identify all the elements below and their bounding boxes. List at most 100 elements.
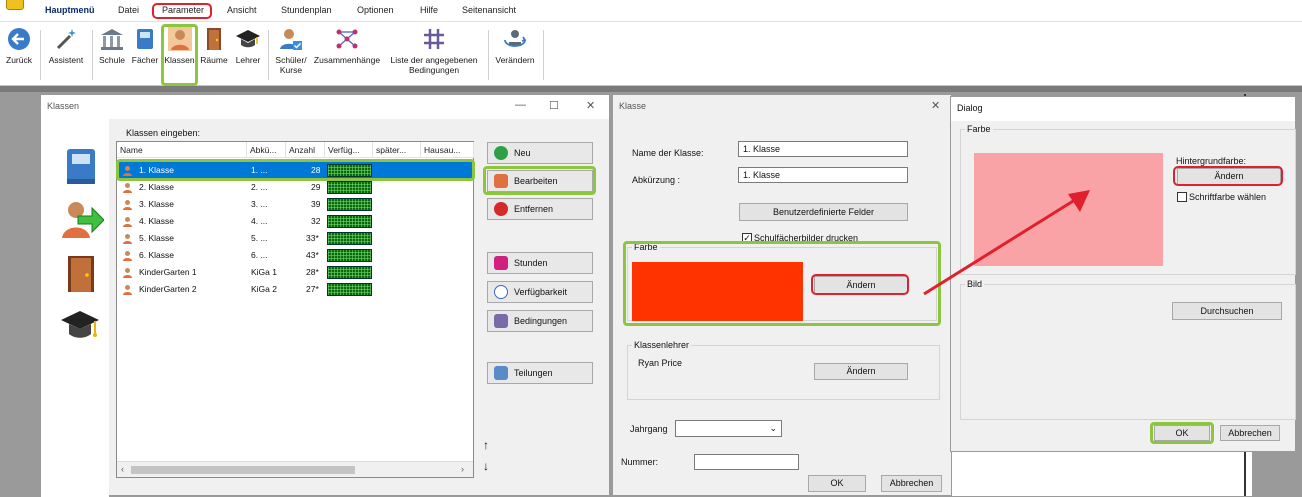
teachers-button[interactable]: Lehrer — [232, 26, 264, 65]
menu-hilfe[interactable]: Hilfe — [420, 5, 438, 15]
menu-stundenplan[interactable]: Stundenplan — [281, 5, 332, 15]
col-header-count[interactable]: Anzahl — [286, 142, 325, 158]
class-row[interactable]: 3. Klasse 3. ... 39 — [118, 196, 472, 213]
menu-optionen[interactable]: Optionen — [357, 5, 394, 15]
scrollbar-thumb[interactable] — [131, 466, 355, 474]
conditions-button[interactable]: Bedingungen — [487, 310, 593, 332]
chevron-down-icon: ⌄ — [769, 423, 777, 433]
class-row[interactable]: 5. Klasse 5. ... 33* — [118, 230, 472, 247]
edit-label: Bearbeiten — [514, 176, 558, 186]
move-up-icon[interactable]: ↑ — [483, 438, 489, 452]
change-teacher-button[interactable]: Ändern — [814, 363, 908, 380]
year-select[interactable]: ⌄ — [675, 420, 782, 437]
menu-datei[interactable]: Datei — [118, 5, 139, 15]
subjects-button[interactable]: Fächer — [130, 26, 160, 65]
move-down-icon[interactable]: ↓ — [483, 459, 489, 473]
school-label: Schule — [99, 55, 125, 65]
classes-button[interactable]: Klassen — [163, 26, 196, 65]
student-icon — [280, 29, 302, 50]
class-name: 6. Klasse — [139, 250, 174, 260]
class-abbr: 3. ... — [251, 199, 268, 209]
class-row[interactable]: 4. Klasse 4. ... 32 — [118, 213, 472, 230]
class-person-icon — [123, 200, 132, 210]
change-color-highlight — [811, 274, 909, 295]
new-button[interactable]: Neu — [487, 142, 593, 164]
students-label-1: Schüler/ — [275, 55, 307, 65]
scroll-right-icon[interactable]: › — [461, 464, 464, 474]
annotation-arrow-icon — [923, 190, 1090, 296]
new-label: Neu — [514, 148, 531, 158]
class-person-icon — [123, 183, 132, 193]
availability-grid — [327, 215, 372, 228]
maximize-icon[interactable]: ☐ — [549, 99, 559, 112]
back-button[interactable]: Zurück — [3, 26, 35, 65]
class-abbr: 6. ... — [251, 250, 268, 260]
edit-button[interactable]: Bearbeiten — [487, 170, 593, 192]
class-row[interactable]: 6. Klasse 6. ... 43* — [118, 247, 472, 264]
minimize-icon[interactable]: — — [515, 99, 526, 111]
class-abbr: 5. ... — [251, 233, 268, 243]
menu-hauptmenue[interactable]: Hauptmenü — [45, 5, 95, 15]
wizard-button[interactable]: Assistent — [45, 26, 87, 65]
class-name: 4. Klasse — [139, 216, 174, 226]
color-ok-button[interactable]: OK — [1154, 425, 1210, 441]
menu-ansicht[interactable]: Ansicht — [227, 5, 257, 15]
custom-fields-button[interactable]: Benutzerdefinierte Felder — [739, 203, 908, 221]
close-icon[interactable]: ✕ — [586, 99, 595, 112]
class-person-icon — [123, 217, 132, 227]
class-abbr: 2. ... — [251, 182, 268, 192]
remove-button[interactable]: Entfernen — [487, 198, 593, 220]
school-button[interactable]: Schule — [96, 26, 128, 65]
hours-button[interactable]: Stunden — [487, 252, 593, 274]
col-header-availability[interactable]: Verfüg... — [325, 142, 373, 158]
toolbar: Zurück Assistent Schule Fächer Klassen R… — [0, 22, 1302, 86]
name-label: Name der Klasse: — [632, 148, 704, 158]
class-ok-button[interactable]: OK — [808, 475, 866, 492]
door-icon — [68, 256, 94, 292]
col-header-later[interactable]: später... — [373, 142, 421, 158]
col-header-abbr[interactable]: Abkü... — [247, 142, 286, 158]
horizontal-scrollbar[interactable]: ‹ › — [117, 461, 473, 477]
hours-label: Stunden — [514, 258, 548, 268]
plus-icon — [494, 146, 508, 160]
color-cancel-button[interactable]: Abbrechen — [1220, 425, 1280, 441]
relations-button[interactable]: Zusammenhänge — [311, 26, 383, 65]
availability-grid — [327, 283, 372, 296]
abbr-label: Abkürzung : — [632, 175, 681, 185]
class-row[interactable]: KinderGarten 1 KiGa 1 28* — [118, 264, 472, 281]
class-row[interactable]: 2. Klasse 2. ... 29 — [118, 179, 472, 196]
abbr-field[interactable]: 1. Klasse — [738, 167, 908, 183]
close-icon[interactable]: ✕ — [931, 99, 940, 112]
conditions-list-button[interactable]: Liste der angegebenen Bedingungen — [384, 26, 484, 75]
scroll-left-icon[interactable]: ‹ — [121, 464, 124, 474]
browse-button[interactable]: Durchsuchen — [1172, 302, 1282, 320]
availability-grid — [327, 266, 372, 279]
col-header-name[interactable]: Name — [117, 142, 247, 158]
class-name: 5. Klasse — [139, 233, 174, 243]
divisions-label: Teilungen — [514, 368, 553, 378]
classes-list[interactable]: Name Abkü... Anzahl Verfüg... später... … — [116, 141, 474, 478]
col-header-homework[interactable]: Hausau... — [421, 142, 474, 158]
students-courses-button[interactable]: Schüler/ Kurse — [272, 26, 310, 75]
font-color-checkbox[interactable] — [1177, 192, 1187, 202]
back-label: Zurück — [6, 55, 32, 65]
split-icon — [494, 366, 508, 380]
refresh-person-icon — [504, 30, 527, 47]
divisions-button[interactable]: Teilungen — [487, 362, 593, 384]
class-row[interactable]: KinderGarten 2 KiGa 2 27* — [118, 281, 472, 298]
number-field[interactable] — [694, 454, 799, 470]
teacher-group-title: Klassenlehrer — [632, 340, 692, 350]
color-preview-group-title: Farbe — [965, 124, 993, 134]
parameter-highlight — [152, 3, 212, 19]
magic-wand-icon — [56, 29, 76, 50]
change-button[interactable]: Verändern — [492, 26, 538, 65]
rooms-button[interactable]: Räume — [199, 26, 229, 65]
availability-button[interactable]: Verfügbarkeit — [487, 281, 593, 303]
app-logo-icon — [6, 0, 24, 10]
class-abbr: KiGa 1 — [251, 267, 277, 277]
class-name-field[interactable]: 1. Klasse — [738, 141, 908, 157]
hash-icon — [424, 29, 444, 49]
calendar-icon — [494, 256, 508, 270]
menu-seitenansicht[interactable]: Seitenansicht — [462, 5, 516, 15]
class-cancel-button[interactable]: Abbrechen — [881, 475, 942, 492]
